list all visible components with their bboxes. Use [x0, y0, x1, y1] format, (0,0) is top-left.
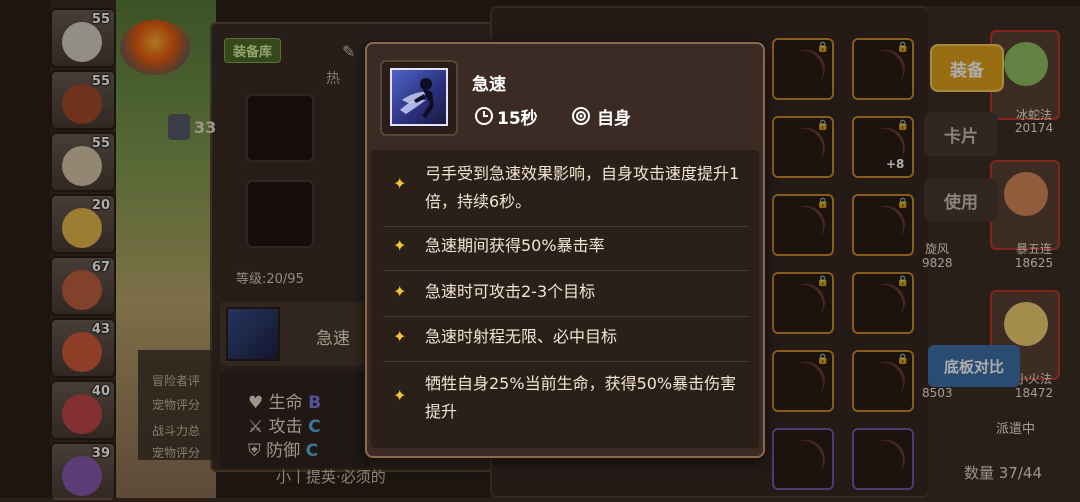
divider: [383, 316, 749, 317]
skill-effect-text: 急速时射程无限、必中目标: [425, 327, 618, 346]
skill-effect-text: 牺牲自身25%当前生命，获得50%暴击伤害提升: [425, 374, 737, 421]
target-icon: [571, 106, 591, 130]
sparkle-icon: ✦: [393, 386, 407, 405]
clock-icon: [474, 106, 494, 130]
divider: [383, 226, 749, 227]
sparkle-icon: ✦: [393, 282, 407, 301]
sparkle-icon: ✦: [393, 174, 407, 193]
sparkle-icon: ✦: [393, 236, 407, 255]
divider: [383, 270, 749, 271]
skill-duration: 15秒: [497, 109, 538, 129]
skill-title: 急速: [472, 75, 506, 95]
skill-effect-text: 急速时可攻击2-3个目标: [425, 282, 596, 301]
divider: [383, 361, 749, 362]
skill-effect-text: 弓手受到急速效果影响，自身攻击速度提升1倍，持续6秒。: [425, 164, 740, 211]
sparkle-icon: ✦: [393, 327, 407, 346]
skill-effect-text: 急速期间获得50%暴击率: [425, 236, 605, 255]
haste-skill-icon: [390, 68, 448, 126]
skill-target: 自身: [597, 109, 631, 129]
